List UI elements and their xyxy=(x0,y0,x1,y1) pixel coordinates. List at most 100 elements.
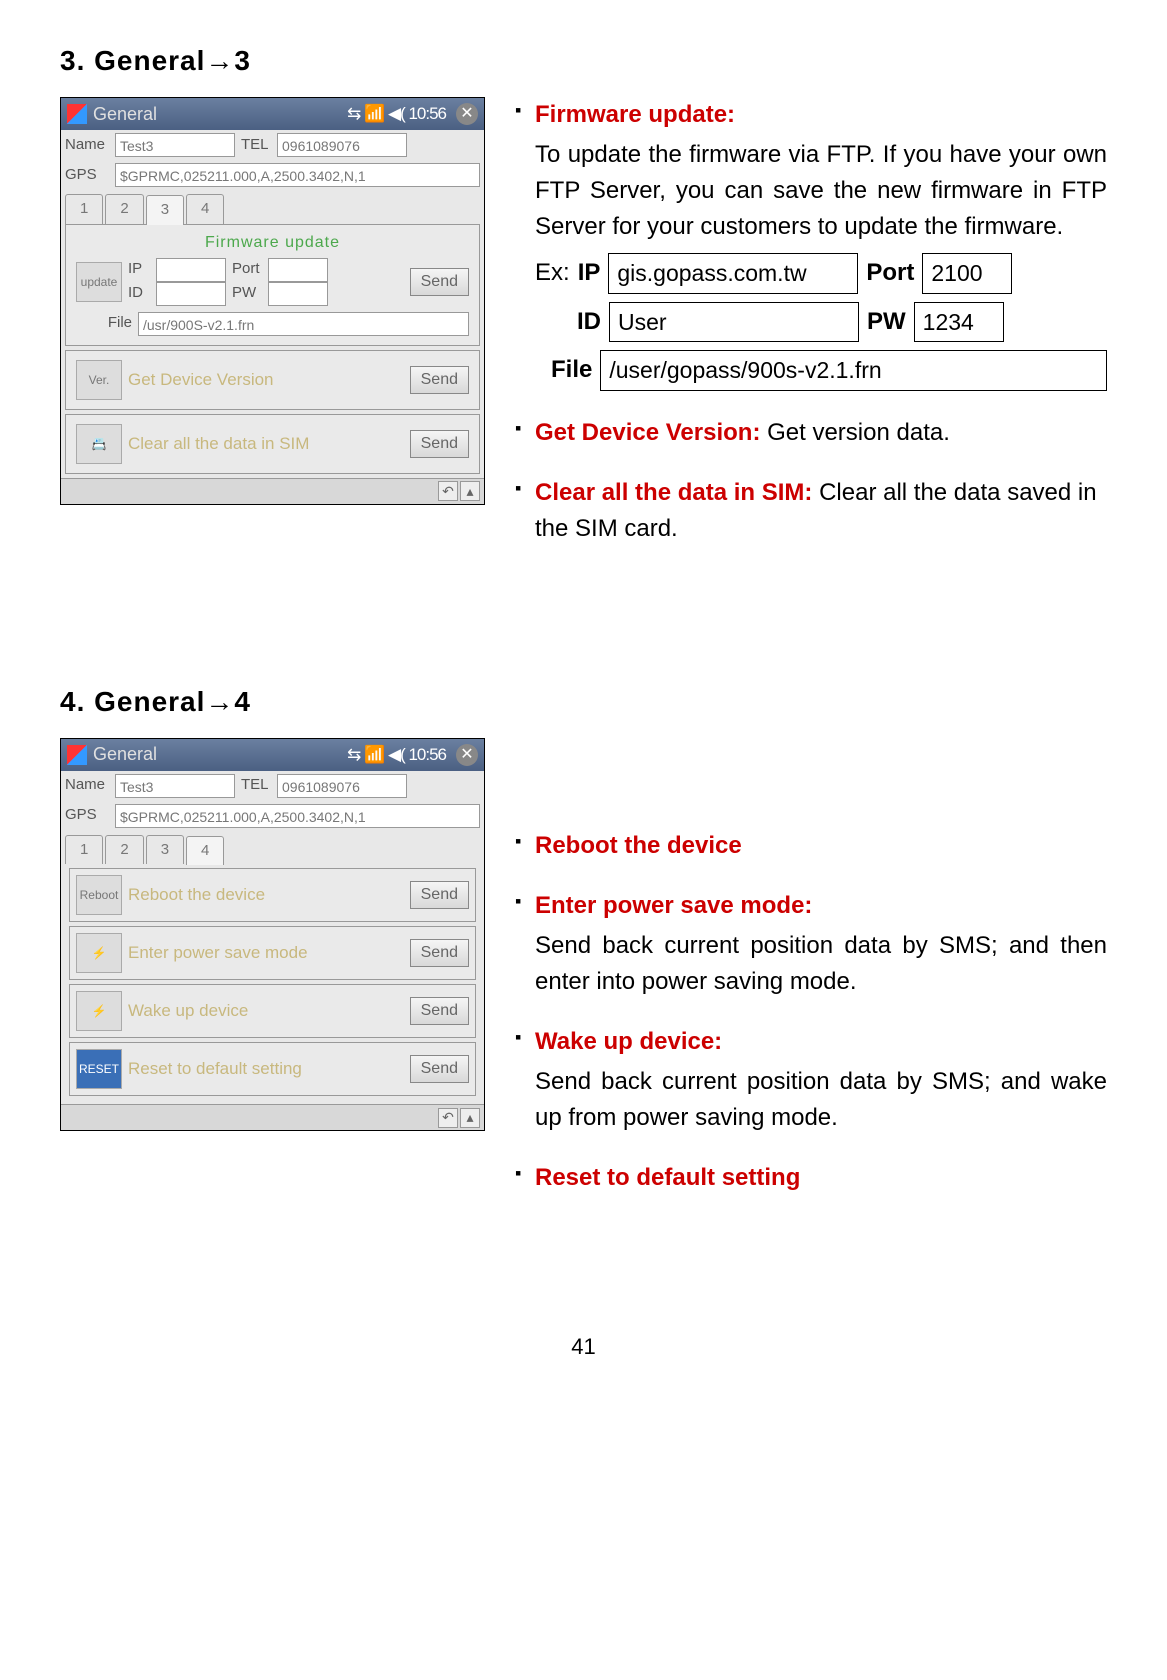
powersave-row: ⚡ Enter power save mode Send xyxy=(69,926,476,980)
ip-input[interactable] xyxy=(156,258,226,282)
tab-2[interactable]: 2 xyxy=(105,194,143,224)
close-icon[interactable]: ✕ xyxy=(456,744,478,766)
bullet-wakeup: Wake up device: Send back current positi… xyxy=(535,1024,1107,1136)
tab-1[interactable]: 1 xyxy=(65,194,103,224)
up-icon[interactable]: ▴ xyxy=(460,481,480,501)
tel-label: TEL xyxy=(241,774,271,797)
ex-id-value: User xyxy=(609,302,859,343)
powersave-icon: ⚡ xyxy=(76,933,122,973)
screenshot-general-3: General ⇆ 📶 ◀( 10:56 ✕ Name Test3 TEL 09… xyxy=(60,97,485,505)
ex-pw-label: PW xyxy=(867,304,906,340)
bullet-desc: Send back current position data by SMS; … xyxy=(535,1064,1107,1136)
bullet-title: Clear all the data in SIM: xyxy=(535,479,812,506)
titlebar: General ⇆ 📶 ◀( 10:56 ✕ xyxy=(61,98,484,130)
gps-input[interactable]: $GPRMC,025211.000,A,2500.3402,N,1 xyxy=(115,804,480,828)
firmware-send-button[interactable]: Send xyxy=(410,268,469,296)
tab-1[interactable]: 1 xyxy=(65,835,103,865)
undo-icon[interactable]: ↶ xyxy=(438,481,458,501)
reboot-row: Reboot Reboot the device Send xyxy=(69,868,476,922)
section-2: General ⇆ 📶 ◀( 10:56 ✕ Name Test3 TEL 09… xyxy=(60,738,1107,1220)
status-indicators: ⇆ 📶 ◀( 10:56 xyxy=(347,101,446,127)
get-version-label: Get Device Version xyxy=(128,367,404,393)
bullet-desc: Send back current position data by SMS; … xyxy=(535,928,1107,1000)
window-title: General xyxy=(93,101,341,128)
gps-label: GPS xyxy=(65,164,109,187)
bullet-title: Reboot the device xyxy=(535,832,742,859)
app-icon xyxy=(67,104,87,124)
id-input[interactable] xyxy=(156,282,226,306)
ex-pw-value: 1234 xyxy=(914,302,1004,343)
powersave-send-button[interactable]: Send xyxy=(410,939,469,967)
port-input[interactable] xyxy=(268,258,328,282)
bullet-get-version: Get Device Version: Get version data. xyxy=(535,415,1107,451)
reboot-send-button[interactable]: Send xyxy=(410,881,469,909)
bullet-inline: Get version data. xyxy=(767,419,950,446)
tab-strip: 1 2 3 4 xyxy=(61,190,484,224)
tel-input[interactable]: 0961089076 xyxy=(277,133,407,157)
bullet-reset: Reset to default setting xyxy=(535,1160,1107,1196)
file-label: File xyxy=(76,312,132,335)
reset-icon: RESET xyxy=(76,1049,122,1089)
app-icon xyxy=(67,745,87,765)
reset-send-button[interactable]: Send xyxy=(410,1055,469,1083)
name-label: Name xyxy=(65,134,109,157)
bullet-clear-sim: Clear all the data in SIM: Clear all the… xyxy=(535,475,1107,547)
undo-icon[interactable]: ↶ xyxy=(438,1108,458,1128)
version-send-button[interactable]: Send xyxy=(410,366,469,394)
bullet-title: Wake up device: xyxy=(535,1028,722,1055)
window-title: General xyxy=(93,741,341,768)
tab-3[interactable]: 3 xyxy=(146,195,184,225)
ex-file-label: File xyxy=(551,352,592,388)
firmware-panel: Firmware update update IP Port ID PW xyxy=(65,224,480,346)
wakeup-send-button[interactable]: Send xyxy=(410,997,469,1025)
bottom-bar: ↶ ▴ xyxy=(61,478,484,504)
bullets-1: Firmware update: To update the firmware … xyxy=(515,97,1107,571)
tab-4[interactable]: 4 xyxy=(186,194,224,224)
bullet-desc: To update the firmware via FTP. If you h… xyxy=(535,137,1107,245)
reset-label: Reset to default setting xyxy=(128,1056,404,1082)
reboot-icon: Reboot xyxy=(76,875,122,915)
clear-panel: 📇 Clear all the data in SIM Send xyxy=(65,414,480,474)
name-input[interactable]: Test3 xyxy=(115,133,235,157)
section-heading-1: 3. General→3 xyxy=(60,40,1107,82)
bullet-reboot: Reboot the device xyxy=(535,828,1107,864)
port-label: Port xyxy=(232,258,262,281)
ex-prefix: Ex: xyxy=(535,255,570,291)
gps-label: GPS xyxy=(65,804,109,827)
section-heading-2: 4. General→4 xyxy=(60,681,1107,723)
bullet-firmware-update: Firmware update: To update the firmware … xyxy=(535,97,1107,391)
reboot-label: Reboot the device xyxy=(128,882,404,908)
ip-label: IP xyxy=(128,258,150,281)
tab-strip: 1 2 3 4 xyxy=(61,831,484,865)
id-label: ID xyxy=(128,282,150,305)
file-input[interactable]: /usr/900S-v2.1.frn xyxy=(138,312,469,336)
version-icon: Ver. xyxy=(76,360,122,400)
pw-input[interactable] xyxy=(268,282,328,306)
tel-input[interactable]: 0961089076 xyxy=(277,774,407,798)
ex-port-label: Port xyxy=(866,255,914,291)
name-input[interactable]: Test3 xyxy=(115,774,235,798)
wakeup-label: Wake up device xyxy=(128,998,404,1024)
up-icon[interactable]: ▴ xyxy=(460,1108,480,1128)
bullet-title: Firmware update: xyxy=(535,101,735,128)
update-icon: update xyxy=(76,262,122,302)
ex-id-label: ID xyxy=(577,304,601,340)
ex-ip-label: IP xyxy=(578,255,601,291)
section-1: General ⇆ 📶 ◀( 10:56 ✕ Name Test3 TEL 09… xyxy=(60,97,1107,571)
ex-port-value: 2100 xyxy=(922,253,1012,294)
sim-icon: 📇 xyxy=(76,424,122,464)
close-icon[interactable]: ✕ xyxy=(456,103,478,125)
tab-4[interactable]: 4 xyxy=(186,836,224,866)
bullet-title: Get Device Version: xyxy=(535,419,760,446)
gps-input[interactable]: $GPRMC,025211.000,A,2500.3402,N,1 xyxy=(115,163,480,187)
reset-row: RESET Reset to default setting Send xyxy=(69,1042,476,1096)
clear-send-button[interactable]: Send xyxy=(410,430,469,458)
bullet-title: Enter power save mode: xyxy=(535,892,812,919)
tel-label: TEL xyxy=(241,134,271,157)
tab-3[interactable]: 3 xyxy=(146,835,184,865)
status-indicators: ⇆ 📶 ◀( 10:56 xyxy=(347,742,446,768)
clear-sim-label: Clear all the data in SIM xyxy=(128,431,404,457)
name-label: Name xyxy=(65,774,109,797)
pw-label: PW xyxy=(232,282,262,305)
tab-2[interactable]: 2 xyxy=(105,835,143,865)
